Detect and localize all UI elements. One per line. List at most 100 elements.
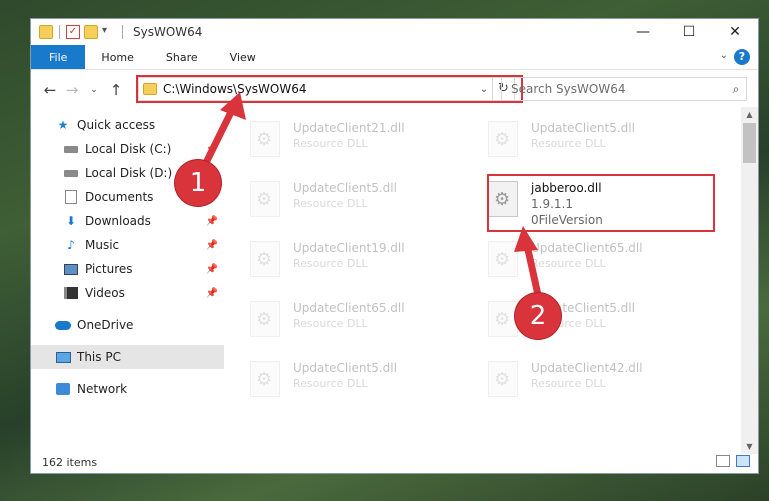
- search-icon[interactable]: ⌕: [726, 82, 746, 97]
- window-title: SysWOW64: [133, 25, 203, 39]
- window-controls: — ☐ ✕: [620, 19, 758, 45]
- dll-file-icon: [247, 297, 283, 341]
- tab-view[interactable]: View: [214, 45, 272, 69]
- pin-icon[interactable]: 📌: [206, 288, 218, 299]
- sidebar-item-label: Pictures: [85, 262, 133, 276]
- sidebar-item-label: This PC: [77, 350, 121, 364]
- disk-icon: [63, 166, 79, 180]
- sidebar-item-label: Local Disk (C:): [85, 142, 172, 156]
- dll-file-icon: [485, 357, 521, 401]
- file-name: UpdateClient5.dll: [293, 361, 397, 375]
- tab-file[interactable]: File: [31, 45, 86, 69]
- network-icon: [55, 382, 71, 396]
- file-item[interactable]: UpdateClient21.dll Resource DLL: [247, 117, 462, 167]
- toolbar-divider: [59, 25, 60, 39]
- file-item[interactable]: UpdateClient19.dll Resource DLL: [247, 237, 462, 287]
- videos-icon: [63, 286, 79, 300]
- properties-icon[interactable]: ✓: [66, 25, 80, 39]
- dll-file-icon: [247, 357, 283, 401]
- address-dropdown-icon[interactable]: ⌄: [476, 84, 492, 95]
- file-name: UpdateClient42.dll: [531, 361, 643, 375]
- file-name: UpdateClient65.dll: [293, 301, 405, 315]
- large-icons-view-icon[interactable]: [736, 455, 750, 467]
- file-item[interactable]: UpdateClient65.dll Resource DLL: [247, 297, 462, 347]
- pin-icon[interactable]: 📌: [206, 144, 218, 155]
- documents-icon: [63, 190, 79, 204]
- sidebar-item-music[interactable]: ♪ Music 📌: [31, 233, 224, 257]
- tab-home[interactable]: Home: [85, 45, 149, 69]
- sidebar-item-this-pc[interactable]: This PC: [31, 345, 224, 369]
- pin-icon[interactable]: 📌: [206, 240, 218, 251]
- pin-icon[interactable]: 📌: [206, 264, 218, 275]
- dll-file-icon: [247, 177, 283, 221]
- item-count: 162 items: [42, 455, 98, 469]
- vertical-scrollbar[interactable]: ▲ ▼: [741, 107, 758, 454]
- file-type: Resource DLL: [293, 317, 368, 330]
- file-item[interactable]: UpdateClient42.dll Resource DLL: [485, 357, 700, 407]
- ribbon-tabs: File Home Share View ⌄ ?: [31, 45, 758, 70]
- forward-button[interactable]: →: [61, 81, 83, 99]
- sidebar-item-pictures[interactable]: Pictures 📌: [31, 257, 224, 281]
- file-item[interactable]: UpdateClient5.dll Resource DLL: [247, 177, 462, 227]
- search-placeholder: Search SysWOW64: [511, 82, 626, 96]
- status-bar: 162 items: [31, 451, 758, 473]
- maximize-button[interactable]: ☐: [666, 19, 712, 45]
- scroll-up-icon[interactable]: ▲: [741, 110, 758, 119]
- address-path[interactable]: C:\Windows\SysWOW64: [163, 82, 476, 96]
- sidebar-item-onedrive[interactable]: OneDrive: [31, 313, 224, 337]
- view-switcher: [716, 455, 750, 467]
- tab-share[interactable]: Share: [150, 45, 214, 69]
- sidebar-item-label: OneDrive: [77, 318, 134, 332]
- file-highlight-box: [487, 174, 715, 232]
- file-list: UpdateClient21.dll Resource DLL UpdateCli…: [239, 109, 739, 455]
- file-item[interactable]: UpdateClient5.dll Resource DLL: [485, 117, 700, 167]
- sidebar-item-quick-access[interactable]: ★ Quick access: [31, 113, 224, 137]
- download-icon: ⬇: [65, 214, 77, 228]
- scrollbar-thumb[interactable]: [743, 123, 756, 163]
- sidebar-item-local-disk-c[interactable]: Local Disk (C:) 📌: [31, 137, 224, 161]
- computer-icon: [55, 350, 71, 364]
- help-icon[interactable]: ?: [734, 49, 750, 65]
- scroll-down-icon[interactable]: ▼: [741, 442, 758, 451]
- dll-file-icon: [247, 237, 283, 281]
- file-item[interactable]: UpdateClient65.dll Resource DLL: [485, 237, 700, 287]
- up-button[interactable]: ↑: [105, 81, 127, 99]
- details-view-icon[interactable]: [716, 455, 730, 467]
- sidebar-item-videos[interactable]: Videos 📌: [31, 281, 224, 305]
- sidebar-item-label: Local Disk (D:): [85, 166, 173, 180]
- address-bar[interactable]: C:\Windows\SysWOW64 ⌄: [138, 77, 493, 101]
- close-button[interactable]: ✕: [712, 19, 758, 45]
- file-name: UpdateClient65.dll: [531, 241, 643, 255]
- file-type: Resource DLL: [531, 377, 606, 390]
- sidebar-item-label: Quick access: [77, 118, 156, 132]
- pin-icon[interactable]: 📌: [206, 216, 218, 227]
- sidebar-item-label: Documents: [85, 190, 154, 204]
- new-folder-icon[interactable]: [84, 25, 98, 39]
- minimize-button[interactable]: —: [620, 19, 666, 45]
- file-type: Resource DLL: [293, 137, 368, 150]
- sidebar-item-label: Downloads: [85, 214, 151, 228]
- customize-toolbar-icon[interactable]: ▾: [102, 25, 116, 39]
- recent-locations-button[interactable]: ⌄: [83, 85, 105, 95]
- sidebar-item-label: Music: [85, 238, 120, 252]
- back-button[interactable]: ←: [39, 81, 61, 99]
- dll-file-icon: [485, 117, 521, 161]
- file-item[interactable]: UpdateClient5.dll Resource DLL: [247, 357, 462, 407]
- file-name: UpdateClient5.dll: [293, 181, 397, 195]
- navigation-bar: ← → ⌄ ↑ C:\Windows\SysWOW64 ⌄ ↻ Search S…: [31, 75, 758, 105]
- sidebar-item-label: Network: [77, 382, 128, 396]
- folder-icon: [39, 25, 53, 39]
- onedrive-icon: [55, 318, 71, 332]
- expand-ribbon-icon[interactable]: ⌄: [720, 50, 728, 61]
- file-type: Resource DLL: [531, 137, 606, 150]
- disk-icon: [63, 142, 79, 156]
- file-name: UpdateClient19.dll: [293, 241, 405, 255]
- file-explorer-window: ✓ ▾ SysWOW64 — ☐ ✕ File Home Share View …: [30, 18, 759, 474]
- sidebar-item-network[interactable]: Network: [31, 377, 224, 401]
- file-name: UpdateClient21.dll: [293, 121, 405, 135]
- search-input[interactable]: Search SysWOW64 ⌕: [501, 77, 747, 101]
- sidebar-item-downloads[interactable]: ⬇ Downloads 📌: [31, 209, 224, 233]
- quick-access-toolbar: ✓ ▾: [31, 19, 125, 45]
